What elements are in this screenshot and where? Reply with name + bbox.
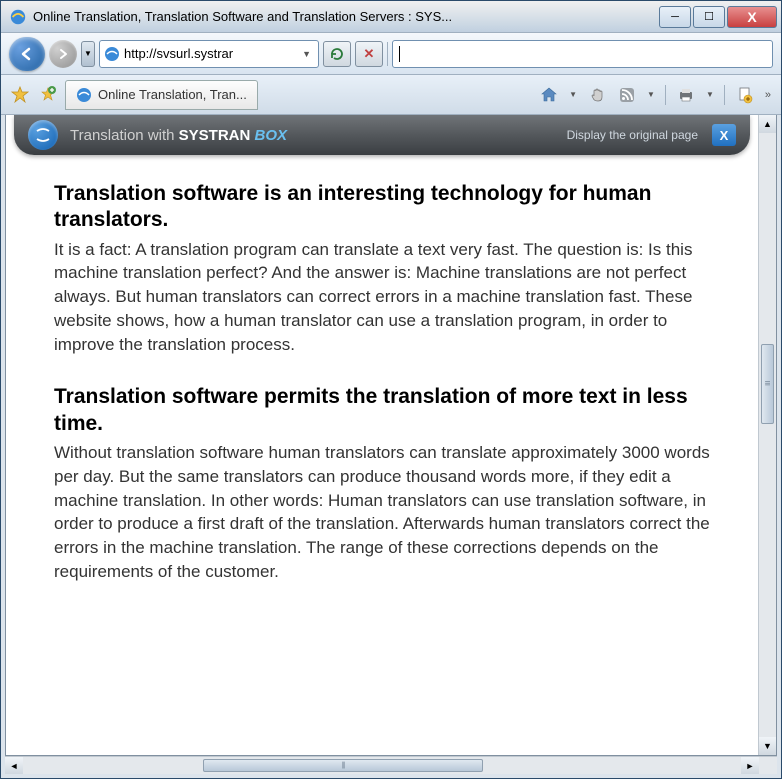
- scroll-thumb[interactable]: [761, 344, 774, 424]
- add-favorite-icon[interactable]: [37, 84, 59, 106]
- minimize-button[interactable]: ─: [659, 6, 691, 28]
- site-icon: [104, 46, 120, 62]
- scroll-left-arrow[interactable]: ◄: [5, 757, 23, 774]
- horizontal-scrollbar[interactable]: ◄ ►: [5, 756, 777, 774]
- scroll-thumb[interactable]: [203, 759, 483, 772]
- toolbar-overflow[interactable]: »: [763, 87, 773, 103]
- hand-icon[interactable]: [585, 83, 609, 107]
- favorites-star-icon[interactable]: [9, 84, 31, 106]
- navigation-bar: ▼ http://svsurl.systrar ▼ ✕: [1, 33, 781, 75]
- back-button[interactable]: [9, 37, 45, 71]
- systran-brand: SYSTRAN: [179, 127, 251, 144]
- page-icon[interactable]: [733, 83, 757, 107]
- stop-button[interactable]: ✕: [355, 41, 383, 67]
- separator: [665, 85, 666, 105]
- display-original-link[interactable]: Display the original page: [567, 128, 698, 142]
- paragraph-2: Without translation software human trans…: [54, 441, 710, 584]
- vertical-scrollbar[interactable]: ▲ ▼: [758, 115, 776, 755]
- text-cursor: [399, 46, 400, 62]
- forward-button[interactable]: [49, 40, 77, 68]
- window-title: Online Translation, Translation Software…: [33, 9, 659, 24]
- article-body: Translation software is an interesting t…: [6, 155, 758, 622]
- scroll-track[interactable]: [23, 757, 741, 774]
- refresh-button[interactable]: [323, 41, 351, 67]
- heading-2: Translation software permits the transla…: [54, 384, 710, 437]
- systran-logo-icon: [28, 120, 58, 150]
- systran-prefix: Translation with: [70, 127, 179, 144]
- nav-history-dropdown[interactable]: ▼: [81, 41, 95, 67]
- scroll-corner: [759, 757, 777, 774]
- tab-bar: Online Translation, Tran... ▼ ▼ ▼ »: [1, 75, 781, 115]
- address-bar[interactable]: http://svsurl.systrar ▼: [99, 40, 319, 68]
- browser-window: Online Translation, Translation Software…: [0, 0, 782, 779]
- maximize-button[interactable]: ☐: [693, 6, 725, 28]
- web-page: Translation with SYSTRAN BOX Display the…: [6, 115, 758, 755]
- print-icon[interactable]: [674, 83, 698, 107]
- feeds-dropdown[interactable]: ▼: [645, 88, 657, 101]
- search-box[interactable]: [392, 40, 773, 68]
- close-button[interactable]: X: [727, 6, 777, 28]
- print-dropdown[interactable]: ▼: [704, 88, 716, 101]
- scroll-track[interactable]: [759, 133, 776, 737]
- scroll-right-arrow[interactable]: ►: [741, 757, 759, 774]
- systran-close-button[interactable]: X: [712, 124, 736, 146]
- content-wrapper: Translation with SYSTRAN BOX Display the…: [1, 115, 781, 778]
- separator: [724, 85, 725, 105]
- separator: [387, 42, 388, 66]
- systran-title: Translation with SYSTRAN BOX: [70, 127, 287, 144]
- home-icon[interactable]: [537, 83, 561, 107]
- window-controls: ─ ☐ X: [659, 6, 777, 28]
- scroll-up-arrow[interactable]: ▲: [759, 115, 776, 133]
- systran-toolbar: Translation with SYSTRAN BOX Display the…: [14, 115, 750, 155]
- url-text: http://svsurl.systrar: [124, 46, 295, 61]
- titlebar: Online Translation, Translation Software…: [1, 1, 781, 33]
- content-area: Translation with SYSTRAN BOX Display the…: [5, 115, 777, 756]
- tab-site-icon: [76, 87, 92, 103]
- home-dropdown[interactable]: ▼: [567, 88, 579, 101]
- browser-tab[interactable]: Online Translation, Tran...: [65, 80, 258, 110]
- tab-label: Online Translation, Tran...: [98, 87, 247, 102]
- ie-icon: [9, 8, 27, 26]
- systran-box: BOX: [255, 127, 288, 144]
- address-dropdown[interactable]: ▼: [299, 49, 314, 59]
- scroll-down-arrow[interactable]: ▼: [759, 737, 776, 755]
- paragraph-1: It is a fact: A translation program can …: [54, 238, 710, 357]
- heading-1: Translation software is an interesting t…: [54, 181, 710, 234]
- feeds-icon[interactable]: [615, 83, 639, 107]
